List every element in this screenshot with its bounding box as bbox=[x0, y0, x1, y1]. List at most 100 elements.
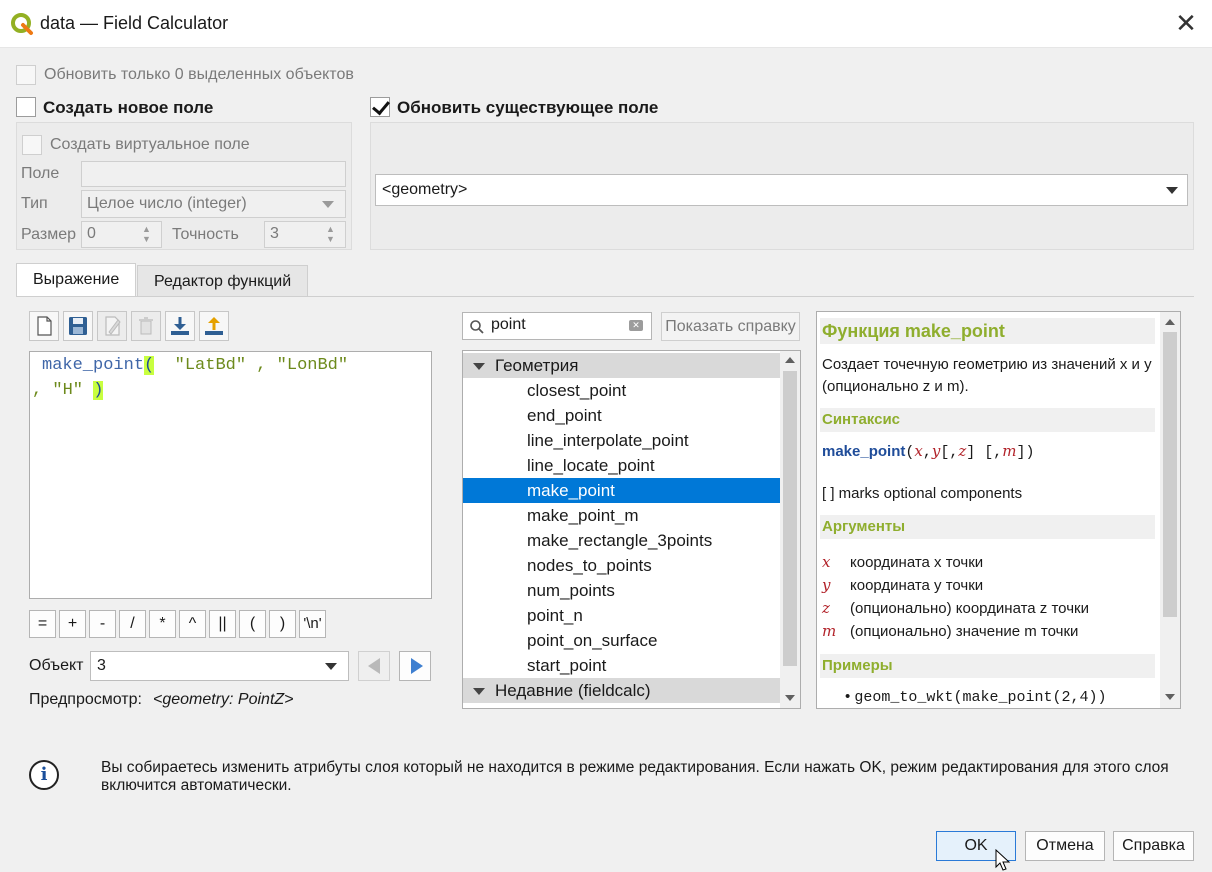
create-new-field-checkbox[interactable] bbox=[16, 97, 36, 117]
scroll-thumb[interactable] bbox=[1163, 332, 1177, 617]
update-selected-label: Обновить только 0 выделенных объектов bbox=[44, 66, 354, 83]
spin-arrows-icon: ▲ ▼ bbox=[326, 224, 335, 244]
tree-item[interactable]: point_n bbox=[463, 603, 780, 628]
example-code: geom_to_wkt(make_point(2,4)) bbox=[854, 689, 1107, 706]
close-icon[interactable]: ✕ bbox=[1172, 10, 1200, 38]
example-item: • geom_to_wkt(make_point(2,4)) bbox=[845, 688, 1107, 706]
field-size-value: 0 bbox=[87, 225, 96, 242]
edit-icon[interactable] bbox=[97, 311, 127, 341]
syntax-line: make_point(x,y[,z] [,m]) bbox=[822, 442, 1035, 461]
operator-newline-button[interactable]: '\n' bbox=[299, 610, 326, 638]
arg-desc: (опционально) координата z точки bbox=[850, 600, 1089, 617]
arrow-left-icon bbox=[368, 658, 380, 674]
clear-icon[interactable]: ✕ bbox=[629, 320, 643, 331]
cancel-button[interactable]: Отмена bbox=[1025, 831, 1105, 861]
scroll-down-icon[interactable] bbox=[1165, 694, 1175, 700]
qgis-logo-icon bbox=[11, 13, 33, 35]
tab-function-editor[interactable]: Редактор функций bbox=[137, 265, 309, 297]
field-size-spinbox[interactable]: 0 ▲ ▼ bbox=[81, 221, 162, 248]
arg-row: y координата y точки bbox=[822, 576, 983, 594]
expr-arg-1: "LatBd" bbox=[174, 356, 247, 375]
export-icon[interactable] bbox=[199, 311, 229, 341]
operator-equals-button[interactable]: = bbox=[29, 610, 56, 638]
function-tree: Геометрия closest_point end_point line_i… bbox=[462, 350, 801, 709]
operator-minus-button[interactable]: - bbox=[89, 610, 116, 638]
chevron-down-icon bbox=[322, 201, 334, 208]
tree-item-selected[interactable]: make_point bbox=[463, 478, 780, 503]
show-help-button[interactable]: Показать справку bbox=[661, 312, 800, 341]
feature-value: 3 bbox=[97, 657, 106, 674]
expr-close-paren: ) bbox=[93, 381, 104, 400]
feature-select[interactable]: 3 bbox=[90, 651, 349, 681]
precision-value: 3 bbox=[270, 225, 279, 242]
operator-close-paren-button[interactable]: ) bbox=[269, 610, 296, 638]
operator-power-button[interactable]: ^ bbox=[179, 610, 206, 638]
syntax-function: make_point bbox=[822, 443, 906, 460]
operator-multiply-button[interactable]: * bbox=[149, 610, 176, 638]
help-button[interactable]: Справка bbox=[1113, 831, 1194, 861]
tree-item[interactable]: make_point_m bbox=[463, 503, 780, 528]
tree-item[interactable]: line_locate_point bbox=[463, 453, 780, 478]
expr-function: make_point bbox=[42, 356, 145, 375]
update-existing-field-checkbox[interactable] bbox=[370, 97, 390, 117]
save-icon[interactable] bbox=[63, 311, 93, 341]
new-file-icon[interactable] bbox=[29, 311, 59, 341]
operator-open-paren-button[interactable]: ( bbox=[239, 610, 266, 638]
arg-desc: (опционально) значение m точки bbox=[850, 623, 1079, 640]
info-icon: i bbox=[29, 760, 59, 790]
expand-arrow-icon bbox=[473, 363, 485, 370]
expr-arg-3: "H" bbox=[52, 381, 84, 400]
scroll-up-icon[interactable] bbox=[1165, 319, 1175, 325]
delete-icon[interactable] bbox=[131, 311, 161, 341]
scroll-down-icon[interactable] bbox=[785, 695, 795, 701]
scroll-thumb[interactable] bbox=[783, 371, 797, 666]
tree-group-geometry[interactable]: Геометрия bbox=[463, 353, 780, 378]
virtual-field-checkbox[interactable] bbox=[22, 135, 42, 155]
expression-editor[interactable]: make_point( "LatBd" , "LonBd" , "H" ) bbox=[29, 351, 432, 599]
feature-label: Объект bbox=[29, 657, 84, 674]
expand-arrow-icon bbox=[473, 688, 485, 695]
field-name-input[interactable] bbox=[81, 161, 346, 187]
syntax-arg-m: m bbox=[1002, 442, 1017, 460]
expr-open-paren: ( bbox=[144, 356, 155, 375]
arg-name: m bbox=[822, 622, 837, 640]
tree-item[interactable]: point_on_surface bbox=[463, 628, 780, 653]
previous-feature-button[interactable] bbox=[358, 651, 390, 681]
help-scrollbar[interactable] bbox=[1160, 312, 1180, 708]
function-search-input[interactable]: point ✕ bbox=[462, 312, 652, 340]
field-name-label: Поле bbox=[21, 165, 60, 182]
tree-scrollbar[interactable] bbox=[780, 351, 800, 708]
syntax-punct: [, bbox=[940, 444, 959, 461]
scroll-up-icon[interactable] bbox=[785, 357, 795, 363]
arg-desc: координата y точки bbox=[850, 577, 984, 594]
operator-divide-button[interactable]: / bbox=[119, 610, 146, 638]
tab-divider bbox=[16, 296, 1194, 297]
load-icon[interactable] bbox=[165, 311, 195, 341]
optional-note: [ ] marks optional components bbox=[822, 485, 1023, 502]
window-title: data — Field Calculator bbox=[40, 13, 229, 33]
operator-plus-button[interactable]: + bbox=[59, 610, 86, 638]
field-type-label: Тип bbox=[21, 195, 48, 212]
syntax-punct: ] [, bbox=[966, 444, 1003, 461]
tab-expression[interactable]: Выражение bbox=[16, 263, 137, 297]
expr-comma-1: , bbox=[256, 356, 267, 375]
precision-spinbox[interactable]: 3 ▲ ▼ bbox=[264, 221, 346, 248]
expr-arg-2: "LonBd" bbox=[276, 356, 349, 375]
tree-item[interactable]: closest_point bbox=[463, 378, 780, 403]
update-selected-checkbox[interactable] bbox=[16, 65, 36, 85]
existing-field-select[interactable]: <geometry> bbox=[375, 174, 1188, 206]
tree-item[interactable]: end_point bbox=[463, 403, 780, 428]
tree-item[interactable]: nodes_to_points bbox=[463, 553, 780, 578]
tree-item[interactable]: num_points bbox=[463, 578, 780, 603]
next-feature-button[interactable] bbox=[399, 651, 431, 681]
arrow-right-icon bbox=[411, 658, 423, 674]
tree-item[interactable]: line_interpolate_point bbox=[463, 428, 780, 453]
info-message: Вы собираетесь изменить атрибуты слоя ко… bbox=[101, 759, 1169, 794]
tree-item[interactable]: make_rectangle_3points bbox=[463, 528, 780, 553]
arg-row: m (опционально) значение m точки bbox=[822, 622, 1078, 640]
examples-heading: Примеры bbox=[820, 654, 1155, 678]
field-type-select[interactable]: Целое число (integer) bbox=[81, 190, 346, 218]
operator-concat-button[interactable]: || bbox=[209, 610, 236, 638]
tree-item[interactable]: start_point bbox=[463, 653, 780, 678]
tree-group-recent[interactable]: Недавние (fieldcalc) bbox=[463, 678, 780, 703]
